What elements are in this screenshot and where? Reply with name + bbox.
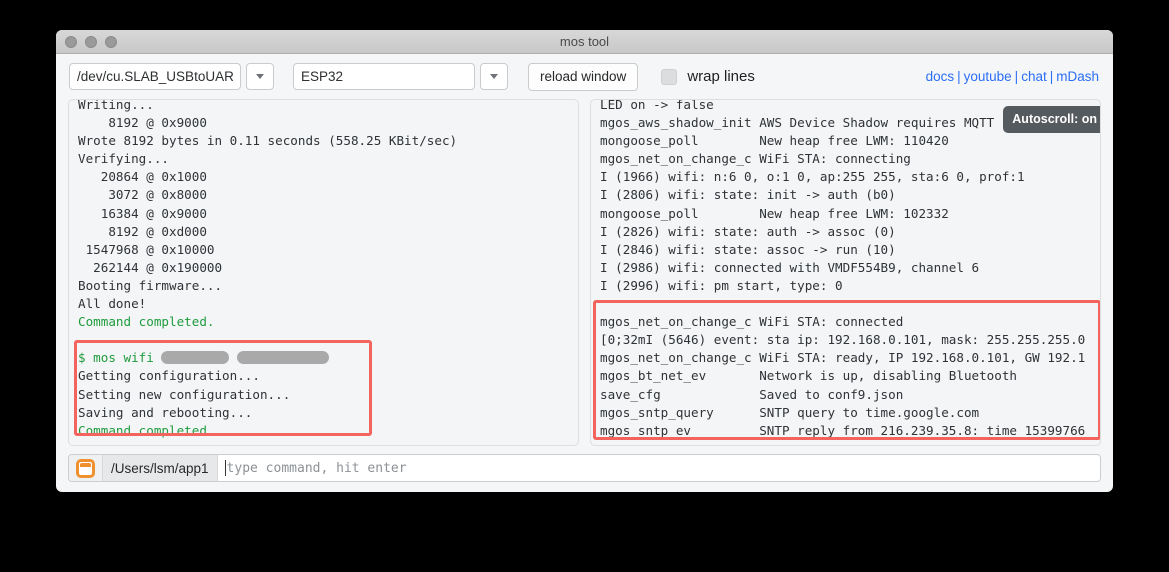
console-line: Saving and rebooting... (78, 404, 253, 420)
console-line: Verifying... (78, 151, 169, 167)
console-line: Wrote 8192 bytes in 0.11 seconds (558.25… (78, 133, 458, 149)
project-path[interactable]: /Users/lsm/app1 (103, 455, 218, 481)
port-selector[interactable]: /dev/cu.SLAB_USBtoUAR (69, 63, 274, 90)
console-line: [0;32mI (5646) event: sta ip: 192.168.0.… (600, 332, 1086, 348)
console-line: Booting firmware... (78, 277, 223, 293)
console-panes: Writing... 8192 @ 0x9000 Wrote 8192 bytes… (56, 99, 1113, 446)
command-placeholder: type command, hit enter (226, 460, 407, 476)
project-folder-button[interactable] (69, 455, 103, 481)
wrap-lines-label: wrap lines (687, 68, 755, 85)
console-line: Command completed. (78, 314, 215, 330)
window-controls (56, 35, 117, 48)
zoom-button-icon[interactable] (105, 35, 117, 48)
console-line: mongoose_poll New heap free LWM: 110420 (600, 133, 949, 149)
console-line: Command completed. (78, 422, 215, 438)
port-value[interactable]: /dev/cu.SLAB_USBtoUAR (69, 63, 241, 90)
minimize-button-icon[interactable] (85, 35, 97, 48)
arch-selector[interactable]: ESP32 (293, 63, 508, 90)
link-chat[interactable]: chat (1021, 69, 1047, 84)
link-youtube[interactable]: youtube (964, 69, 1012, 84)
port-dropdown-button[interactable] (246, 63, 274, 90)
console-line: I (2986) wifi: connected with VMDF554B9,… (600, 259, 980, 275)
console-line: mgos_net_on_change_c WiFi STA: connectin… (600, 151, 911, 167)
command-input-wrapper[interactable]: /Users/lsm/app1 type command, hit enter (68, 454, 1101, 482)
command-bar: /Users/lsm/app1 type command, hit enter (56, 446, 1113, 492)
console-line: 262144 @ 0x190000 (78, 259, 223, 275)
console-line: mgos_sntp_query SNTP query to time.googl… (600, 404, 980, 420)
chevron-down-icon (490, 74, 498, 79)
console-line: mgos_net_on_change_c WiFi STA: connected (600, 314, 904, 330)
close-button-icon[interactable] (65, 35, 77, 48)
console-line: I (2826) wifi: state: auth -> assoc (0) (600, 223, 896, 239)
shell-prompt: $ mos wifi (78, 350, 162, 366)
console-line: Setting new configuration... (78, 386, 291, 402)
left-console-output: Writing... 8192 @ 0x9000 Wrote 8192 bytes… (69, 99, 578, 440)
redacted-value (237, 351, 330, 365)
folder-icon (76, 458, 95, 478)
text-cursor (224, 460, 226, 476)
arch-value[interactable]: ESP32 (293, 63, 475, 90)
chevron-down-icon (256, 74, 264, 79)
console-line: I (2846) wifi: state: assoc -> run (10) (600, 241, 896, 257)
link-separator-2: | (1014, 69, 1019, 84)
toolbar: /dev/cu.SLAB_USBtoUAR ESP32 reload windo… (56, 54, 1113, 99)
arch-dropdown-button[interactable] (480, 63, 508, 90)
console-line: Getting configuration... (78, 368, 260, 384)
link-separator-3: | (1049, 69, 1054, 84)
autoscroll-badge[interactable]: Autoscroll: on (1003, 106, 1100, 134)
wrap-lines-control[interactable]: wrap lines (661, 68, 755, 85)
console-line: 20864 @ 0x1000 (78, 169, 207, 185)
console-line: 16384 @ 0x9000 (78, 205, 207, 221)
console-line: 1547968 @ 0x10000 (78, 241, 215, 257)
console-line: mgos_net_on_change_c WiFi STA: ready, IP… (600, 350, 1086, 366)
reload-window-button[interactable]: reload window (528, 62, 639, 91)
console-line: 8192 @ 0xd000 (78, 223, 207, 239)
console-line: $ mos wifi (78, 349, 578, 367)
toolbar-links: docs | youtube | chat | mDash (926, 69, 1099, 84)
window-title: mos tool (559, 34, 610, 49)
mos-tool-window: mos tool /dev/cu.SLAB_USBtoUAR ESP32 rel… (56, 30, 1113, 492)
console-line: mgos_bt_net_ev Network is up, disabling … (600, 368, 1018, 384)
console-line: save_cfg Saved to conf9.json (600, 386, 904, 402)
console-line: I (2806) wifi: state: init -> auth (b0) (600, 187, 896, 203)
console-line: Writing... (78, 99, 154, 112)
link-mdash[interactable]: mDash (1056, 69, 1099, 84)
window-titlebar: mos tool (56, 30, 1113, 54)
console-line: All done! (78, 296, 147, 312)
link-docs[interactable]: docs (926, 69, 955, 84)
console-line: mgos_sntp_ev SNTP reply from 216.239.35.… (600, 422, 1086, 438)
wrap-lines-checkbox[interactable] (661, 68, 678, 85)
console-line: I (1966) wifi: n:6 0, o:1 0, ap:255 255,… (600, 169, 1025, 185)
link-separator-1: | (957, 69, 961, 84)
redacted-value (161, 351, 230, 365)
right-console-output: LED on -> false mgos_aws_shadow_init AWS … (591, 100, 1100, 440)
right-console-pane[interactable]: LED on -> false mgos_aws_shadow_init AWS … (590, 99, 1101, 446)
command-input[interactable]: type command, hit enter (218, 455, 1100, 481)
console-line: mongoose_poll New heap free LWM: 102332 (600, 205, 949, 221)
console-line: 3072 @ 0x8000 (78, 187, 207, 203)
console-line: 8192 @ 0x9000 (78, 115, 207, 131)
console-line: I (2996) wifi: pm start, type: 0 (600, 277, 843, 293)
left-console-pane[interactable]: Writing... 8192 @ 0x9000 Wrote 8192 bytes… (68, 99, 579, 446)
